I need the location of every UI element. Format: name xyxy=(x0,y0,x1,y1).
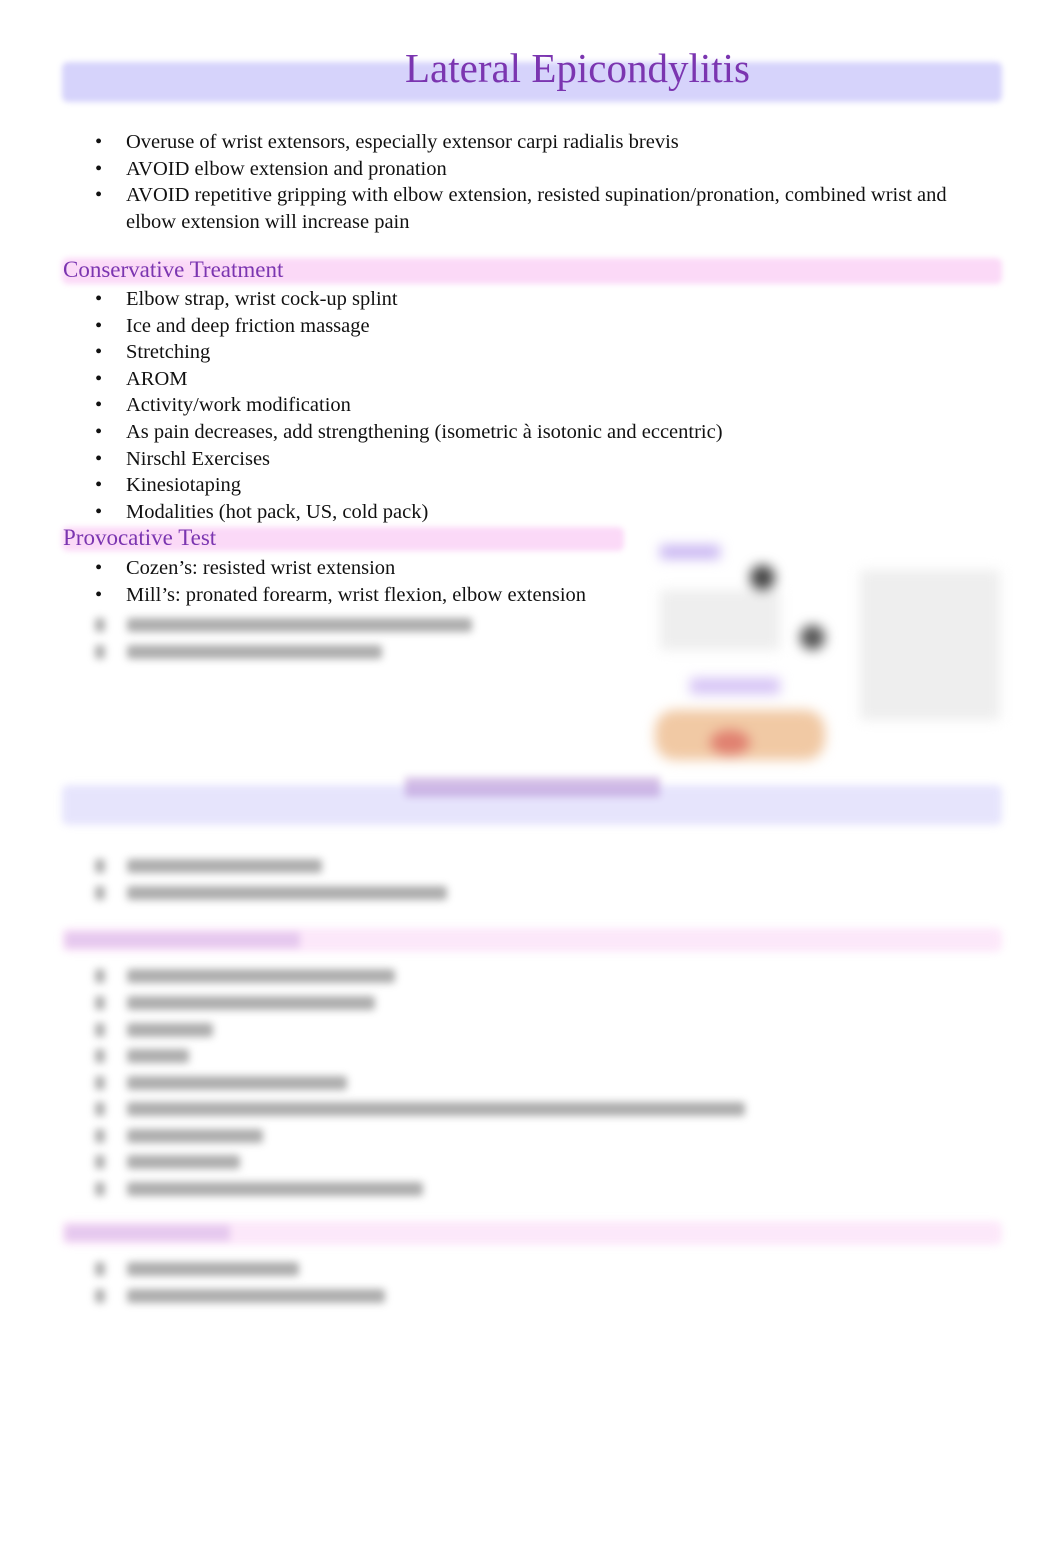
blurred-line xyxy=(95,616,472,634)
blurred-line xyxy=(95,643,382,661)
list-item: AVOID elbow extension and pronation xyxy=(0,156,986,183)
list-item: Overuse of wrist extensors, especially e… xyxy=(0,129,986,156)
blurred-list xyxy=(95,963,745,1202)
list-item: AROM xyxy=(0,366,986,393)
list-item: Kinesiotaping xyxy=(0,472,986,499)
list-item: AVOID repetitive gripping with elbow ext… xyxy=(0,182,986,235)
blurred-figure xyxy=(640,530,1015,765)
section-heading-conservative: Conservative Treatment xyxy=(63,257,284,282)
blurred-heading xyxy=(405,777,660,797)
list-item: As pain decreases, add strengthening (is… xyxy=(0,419,986,446)
blurred-line xyxy=(95,857,322,875)
list-item: Modalities (hot pack, US, cold pack) xyxy=(0,499,986,526)
section-heading-provocative: Provocative Test xyxy=(63,525,217,550)
blurred-heading xyxy=(65,932,300,948)
list-item: Activity/work modification xyxy=(0,392,986,419)
blurred-line xyxy=(95,884,447,902)
list-item: Stretching xyxy=(0,339,986,366)
list-item: Ice and deep friction massage xyxy=(0,313,986,340)
intro-list: Overuse of wrist extensors, especially e… xyxy=(0,129,986,235)
blurred-list xyxy=(95,1256,385,1309)
page-title: Lateral Epicondylitis xyxy=(405,45,750,91)
blurred-heading xyxy=(65,1225,230,1241)
conservative-list: Elbow strap, wrist cock-up splint Ice an… xyxy=(0,286,986,525)
list-item: Elbow strap, wrist cock-up splint xyxy=(0,286,986,313)
list-item: Nirschl Exercises xyxy=(0,446,986,473)
document-page: Lateral Epicondylitis Overuse of wrist e… xyxy=(0,0,1062,1561)
